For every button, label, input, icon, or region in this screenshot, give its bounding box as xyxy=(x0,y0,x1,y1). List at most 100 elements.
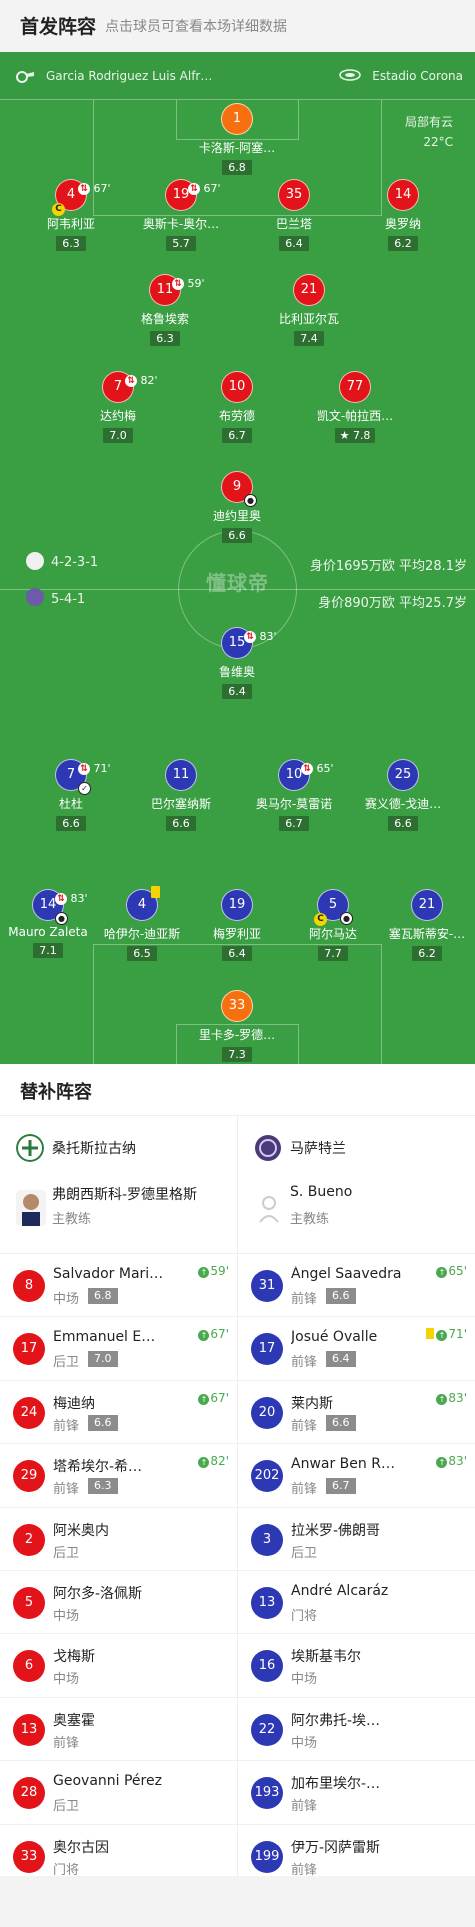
sub-player-row[interactable]: 13 André Alcaráz 门将 xyxy=(238,1571,475,1635)
player-position: 后卫 xyxy=(53,1545,80,1561)
home-coach-row[interactable]: 弗朗西斯科-罗德里格斯 主教练 xyxy=(0,1178,237,1254)
away-player[interactable]: 4 哈伊尔-迪亚斯 6.5 xyxy=(87,886,197,961)
away-player[interactable]: 7 ⇅ 71' ✓ 杜杜 6.6 xyxy=(16,759,126,831)
jersey-number: 29 xyxy=(13,1460,45,1493)
pitch: Garcia Rodriguez Luis Alfr… Estadio Coro… xyxy=(0,52,475,1064)
player-position: 前锋 xyxy=(53,1418,80,1434)
jersey-number: 14 xyxy=(39,897,57,912)
section-title: 首发阵容 xyxy=(20,16,97,38)
player-name: 塔希埃尔-希… xyxy=(53,1459,143,1476)
home-player[interactable]: 11 ⇅ 59' 格鲁埃索 6.3 xyxy=(110,274,220,346)
away-team-name: 马萨特兰 xyxy=(290,1141,346,1157)
sub-player-row[interactable]: 17 Josué Ovalle 前锋 6.4 ↑ 71' xyxy=(238,1317,475,1381)
player-rating: 6.3 xyxy=(150,331,180,346)
sub-player-row[interactable]: 22 阿尔弗托-埃… 中场 xyxy=(238,1698,475,1762)
player-name: Salvador Mari… xyxy=(53,1266,164,1282)
jersey-number: 199 xyxy=(251,1840,283,1873)
jersey-number: 19 xyxy=(221,889,253,921)
player-name: 格鲁埃索 xyxy=(140,312,189,326)
home-player[interactable]: 19 ⇅ 67' 奥斯卡-奥尔… 5.7 xyxy=(126,179,236,251)
sub-player-row[interactable]: 8 Salvador Mari… 中场 6.8 ↑ 59' xyxy=(0,1254,237,1318)
player-name: Josué Ovalle xyxy=(291,1329,378,1346)
sub-in-icon: ↑ xyxy=(436,1330,448,1342)
sub-player-row[interactable]: 202 Anwar Ben R… 前锋 6.7 ↑ 83' xyxy=(238,1444,475,1508)
home-team-row[interactable]: 桑托斯拉古纳 xyxy=(0,1116,237,1178)
player-name: 奥马尔-莫雷诺 xyxy=(255,797,333,811)
sub-player-row[interactable]: 6 戈梅斯 中场 xyxy=(0,1634,237,1698)
player-name: 鲁维奥 xyxy=(218,665,255,679)
player-name: 奥罗纳 xyxy=(384,217,421,231)
player-rating: 6.2 xyxy=(388,236,418,251)
away-coach-row[interactable]: S. Bueno 主教练 xyxy=(238,1178,475,1254)
sub-player-row[interactable]: 24 梅迪纳 前锋 6.6 ↑ 67' xyxy=(0,1381,237,1445)
home-player[interactable]: 35 巴兰塔 6.4 xyxy=(239,179,349,251)
sub-player-row[interactable]: 20 莱内斯 前锋 6.6 ↑ 83' xyxy=(238,1381,475,1445)
substitutes-header: 替补阵容 xyxy=(0,1064,475,1116)
sub-player-row[interactable]: 13 奥塞霍 前锋 xyxy=(0,1698,237,1762)
player-position: 后卫 xyxy=(53,1355,80,1371)
jersey-number: 21 xyxy=(411,889,443,921)
home-player[interactable]: 7 ⇅ 82' 达约梅 7.0 xyxy=(63,371,173,443)
sub-minute: 83' xyxy=(259,630,277,643)
temperature: 22°C xyxy=(423,135,453,149)
player-name: 阿米奥内 xyxy=(53,1522,109,1539)
jersey-number: 9 xyxy=(232,479,242,494)
player-name: 奥斯卡-奥尔… xyxy=(142,217,220,231)
away-team-row[interactable]: 马萨特兰 xyxy=(238,1116,475,1178)
away-player[interactable]: 21 塞瓦斯蒂安-… 6.2 xyxy=(372,889,475,961)
home-player[interactable]: 1 卡洛斯-阿塞… 6.8 xyxy=(182,103,292,175)
home-player[interactable]: 10 布劳德 6.7 xyxy=(182,371,292,443)
away-player[interactable]: 19 梅罗利亚 6.4 xyxy=(182,889,292,961)
sub-player-row[interactable]: 28 Geovanni Pérez 后卫 xyxy=(0,1761,237,1825)
player-rating: 7.4 xyxy=(294,331,324,346)
away-player[interactable]: 10 ⇅ 65' 奥马尔-莫雷诺 6.7 xyxy=(239,759,349,831)
sub-player-row[interactable]: 31 Ángel Saavedra 前锋 6.6 ↑ 65' xyxy=(238,1254,475,1318)
player-name: 迪约里奥 xyxy=(212,509,261,523)
sub-player-row[interactable]: 17 Emmanuel E… 后卫 7.0 ↑ 67' xyxy=(0,1317,237,1381)
away-player[interactable]: 25 赛义德-戈迪… 6.6 xyxy=(348,759,458,831)
home-player[interactable]: 77 凯文-帕拉西… ★ 7.8 xyxy=(300,371,410,443)
player-rating: 7.8 xyxy=(352,429,371,442)
player-name: 莱内斯 xyxy=(291,1395,333,1412)
player-rating: 6.4 xyxy=(222,946,252,961)
away-player[interactable]: 33 里卡多-罗德… 7.3 xyxy=(182,990,292,1062)
away-player[interactable]: 11 巴尔塞纳斯 6.6 xyxy=(126,759,236,831)
substitution-icon: ⇅ xyxy=(78,763,90,775)
sub-minute: 83' xyxy=(448,1390,467,1405)
sub-player-row[interactable]: 16 埃斯基韦尔 中场 xyxy=(238,1634,475,1698)
sub-player-row[interactable]: 2 阿米奥内 后卫 xyxy=(0,1508,237,1571)
player-name: André Alcaráz xyxy=(291,1582,389,1599)
jersey-number: 28 xyxy=(13,1777,45,1810)
coach-role: 主教练 xyxy=(290,1212,330,1227)
sub-player-row[interactable]: 3 拉米罗-佛朗哥 后卫 xyxy=(238,1508,475,1571)
player-rating: 7.3 xyxy=(222,1047,252,1062)
home-player[interactable]: 4 ⇅ 67' C 阿韦利亚 6.3 xyxy=(16,179,126,251)
player-name: Ángel Saavedra xyxy=(291,1266,402,1282)
sub-minute: 83' xyxy=(448,1454,467,1469)
jersey-number: 77 xyxy=(339,371,371,403)
away-player[interactable]: 15 ⇅ 83' 鲁维奥 6.4 xyxy=(182,627,292,699)
sub-player-row[interactable]: 193 加布里埃尔-… 前锋 xyxy=(238,1761,475,1825)
player-name: 达约梅 xyxy=(99,409,136,423)
jersey-number: 21 xyxy=(293,274,325,306)
captain-icon: C xyxy=(314,913,327,926)
sub-player-row[interactable]: 29 塔希埃尔-希… 前锋 6.3 ↑ 82' xyxy=(0,1444,237,1508)
away-team-stats: 身价890万欧 平均25.7岁 xyxy=(318,596,467,611)
substitution-icon: ⇅ xyxy=(188,183,200,195)
player-name: 布劳德 xyxy=(218,409,255,423)
player-name: 巴兰塔 xyxy=(275,217,312,231)
page-bottom-spacer xyxy=(0,1876,475,1927)
jersey-number: 13 xyxy=(251,1586,283,1619)
sub-player-row[interactable]: 5 阿尔多-洛佩斯 中场 xyxy=(0,1571,237,1635)
player-name: 塞瓦斯蒂安-… xyxy=(388,927,466,941)
player-position: 门将 xyxy=(53,1862,80,1878)
home-player[interactable]: 14 奥罗纳 6.2 xyxy=(348,179,458,251)
jersey-number: 33 xyxy=(13,1840,45,1873)
player-name: 阿尔多-洛佩斯 xyxy=(53,1585,143,1602)
player-rating: 5.7 xyxy=(166,236,196,251)
player-name: Emmanuel E… xyxy=(53,1329,156,1346)
player-rating: 6.6 xyxy=(88,1414,118,1431)
player-rating: 6.7 xyxy=(326,1478,356,1495)
home-player[interactable]: 9 ● 迪约里奥 6.6 xyxy=(182,471,292,543)
home-player[interactable]: 21 比利亚尔瓦 7.4 xyxy=(254,274,364,346)
